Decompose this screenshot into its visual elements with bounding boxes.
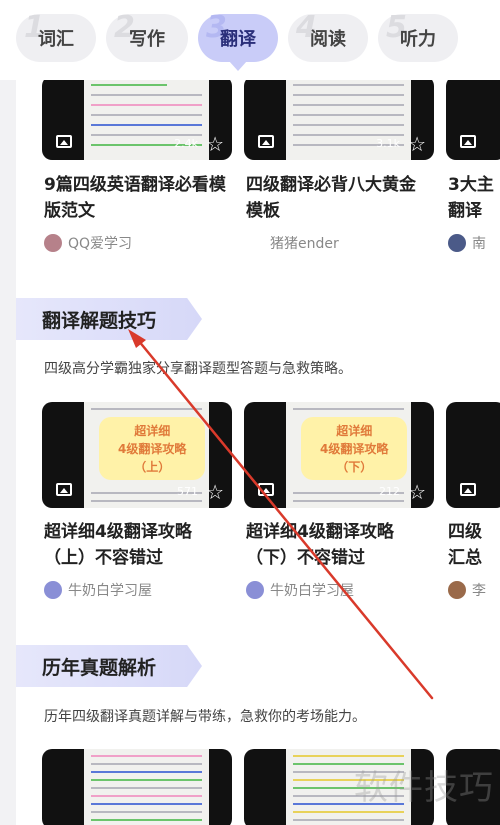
tab-listening[interactable]: 5 听力 <box>378 10 458 62</box>
tab-reading[interactable]: 4 阅读 <box>288 10 368 62</box>
tab-translation[interactable]: 3 翻译 <box>198 10 278 71</box>
tab-vocabulary[interactable]: 1 词汇 <box>16 10 96 62</box>
watermark: 软件技巧 <box>354 768 494 808</box>
category-tabs: 1 词汇 2 写作 3 翻译 4 阅读 5 听力 <box>0 0 500 80</box>
annotation-arrow <box>128 329 434 700</box>
tab-writing[interactable]: 2 写作 <box>106 10 188 62</box>
